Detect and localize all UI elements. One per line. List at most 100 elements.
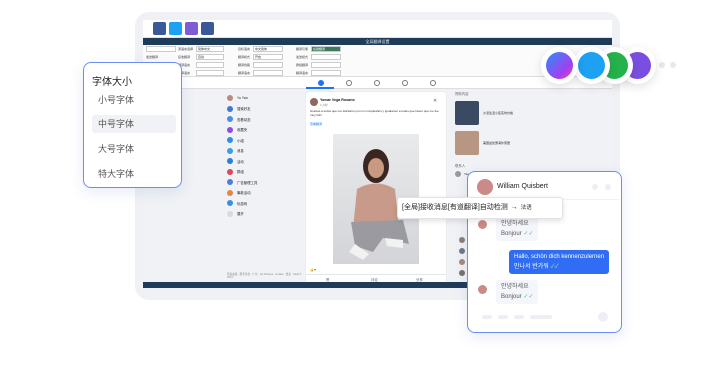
left-nav-item[interactable]: Yu Yan (227, 93, 302, 104)
ad-item[interactable]: 美国最优惠海外家居 (455, 129, 565, 157)
avatar[interactable] (459, 270, 465, 276)
friends-icon (227, 105, 233, 112)
message-text: Hallo, schön dich kennenzulernen (514, 254, 605, 260)
cfg-label: 发送翻译 (146, 55, 159, 59)
input-placeholder[interactable] (514, 315, 524, 319)
input-placeholder[interactable] (482, 315, 492, 319)
twitter-tab-icon[interactable] (169, 22, 182, 35)
font-option-large[interactable]: 大号字体 (92, 140, 176, 158)
promo-stage: 全局翻译设置 源语言选择 简体中文 目标语言 中文简体 翻译引擎 谷歌翻译 发送… (0, 0, 715, 371)
cfg-label: 群组翻译 (296, 63, 309, 67)
avatar[interactable] (477, 179, 493, 195)
cfg-label: 翻译线路 (238, 63, 251, 67)
cfg-field[interactable] (146, 46, 176, 52)
flag-icon (227, 168, 233, 175)
input-placeholder[interactable] (530, 315, 552, 319)
facebook2-tab-icon[interactable] (201, 22, 214, 35)
font-size-menu: 字体大小 小号字体 中号字体 大号字体 特大字体 (83, 62, 182, 188)
cfg-field[interactable]: 自动 (196, 54, 224, 60)
cfg-label: 发送模式 (296, 55, 309, 59)
ad-item[interactable]: 沙漠生活小区实时价格 (455, 99, 565, 127)
left-nav-label: 广告管理工具 (237, 180, 258, 185)
left-nav-item[interactable]: 玩游戏 (227, 198, 302, 209)
cfg-field[interactable] (311, 70, 341, 76)
placeholder-dot (592, 184, 598, 190)
cfg-label: 源语言选择 (178, 47, 194, 51)
cfg-label: 翻译引擎 (296, 47, 309, 51)
gaming-icon[interactable] (430, 80, 436, 86)
cfg-engine-field[interactable]: 谷歌翻译 (311, 46, 341, 52)
chat-panel: William Quisbert 안녕하세요 Bonjour ✓✓ Hallo,… (467, 171, 622, 333)
font-option-medium[interactable]: 中号字体 (92, 115, 176, 133)
cfg-label: 接收翻译 (178, 55, 191, 59)
cfg-field[interactable]: 开启 (253, 54, 283, 60)
incoming-message: 안녕하세요 Bonjour ✓✓ (496, 280, 539, 304)
left-nav-item[interactable]: 收藏夹 (227, 125, 302, 136)
cfg-field[interactable] (196, 62, 224, 68)
avatar (227, 95, 233, 102)
send-button[interactable] (598, 312, 608, 322)
font-option-small[interactable]: 小号字体 (92, 91, 176, 109)
cfg-field[interactable] (311, 54, 341, 60)
message-text: 안녕하세요 (501, 284, 529, 290)
left-nav-label: 查看动态 (237, 117, 251, 122)
clock-icon (227, 116, 233, 123)
left-nav-item[interactable]: 广告管理工具 (227, 177, 302, 188)
cfg-field[interactable]: 中文简体 (253, 46, 283, 52)
left-nav-item[interactable]: 展开 (227, 209, 302, 220)
video-icon[interactable] (346, 80, 352, 86)
event-icon (227, 158, 233, 165)
left-nav-item[interactable]: 活动 (227, 156, 302, 167)
see-translation-link[interactable]: 查看翻译 (310, 122, 322, 126)
messenger-icon (546, 52, 573, 79)
target-language[interactable]: 法语 (521, 205, 532, 211)
cfg-field[interactable] (196, 70, 224, 76)
ads-icon (227, 179, 233, 186)
left-nav-item[interactable]: 群组 (227, 167, 302, 178)
cfg-field[interactable] (311, 62, 341, 68)
right-column: 赞助内容 沙漠生活小区实时价格 美国最优惠海外家居 联系人 Yao Wei (455, 91, 565, 177)
cfg-field[interactable]: 简体中文 (196, 46, 224, 52)
cfg-label: 翻译语言 (238, 71, 251, 75)
cfg-field[interactable] (253, 70, 283, 76)
messenger-button[interactable] (541, 47, 578, 84)
left-nav-item[interactable]: 查看动态 (227, 114, 302, 125)
left-nav-item[interactable]: 小组 (227, 135, 302, 146)
facebook-tab-icon[interactable] (153, 22, 166, 35)
twitter-icon (578, 52, 605, 79)
avatar (478, 220, 487, 229)
post-author[interactable]: Yomar Vega Rosario (320, 98, 355, 102)
twitter-button[interactable] (573, 47, 610, 84)
message-text: 안녕하세요 (501, 221, 529, 227)
translation-route: [全局]接收消息[有道翻译]自动检测 (402, 204, 508, 211)
reactions-icon[interactable]: 👍❤ (310, 268, 316, 272)
arrow-right-icon: → (510, 204, 518, 211)
left-nav-item[interactable]: 搜索好友 (227, 104, 302, 115)
groups-icon[interactable] (402, 80, 408, 86)
outgoing-message: Hallo, schön dich kennenzulernen 만나서 반가워… (509, 250, 610, 274)
ad-title: 美国最优惠海外家居 (483, 141, 511, 145)
font-option-xlarge[interactable]: 特大字体 (92, 165, 176, 183)
marketplace-icon[interactable] (374, 80, 380, 86)
left-nav-label: 玩游戏 (237, 201, 248, 206)
close-icon[interactable]: ✕ (433, 98, 437, 104)
messenger-tab-icon[interactable] (185, 22, 198, 35)
left-nav-item[interactable]: 消息 (227, 146, 302, 157)
bookmark-icon (227, 126, 233, 133)
avatar[interactable] (459, 248, 465, 254)
home-icon[interactable] (318, 80, 324, 86)
cfg-field[interactable] (253, 62, 283, 68)
post-text: Gracias a todos que me felicitaron por m… (310, 109, 439, 117)
group-icon (227, 137, 233, 144)
input-placeholder[interactable] (498, 315, 508, 319)
left-nav-label: 筹款活动 (237, 191, 251, 196)
left-nav-label: 搜索好友 (237, 107, 251, 112)
active-tab-indicator (306, 87, 334, 89)
translation-popup: [全局]接收消息[有道翻译]自动检测 → 法语 (397, 197, 563, 219)
avatar[interactable] (459, 259, 465, 265)
cfg-label: 翻译语言 (296, 71, 309, 75)
feed-post: Yomar Vega Rosario 1小时 ✕ Gracias a todos… (306, 92, 446, 288)
left-nav-item[interactable]: 筹款活动 (227, 188, 302, 199)
window-title: 全局翻译设置 (143, 38, 612, 45)
avatar[interactable] (459, 237, 465, 243)
